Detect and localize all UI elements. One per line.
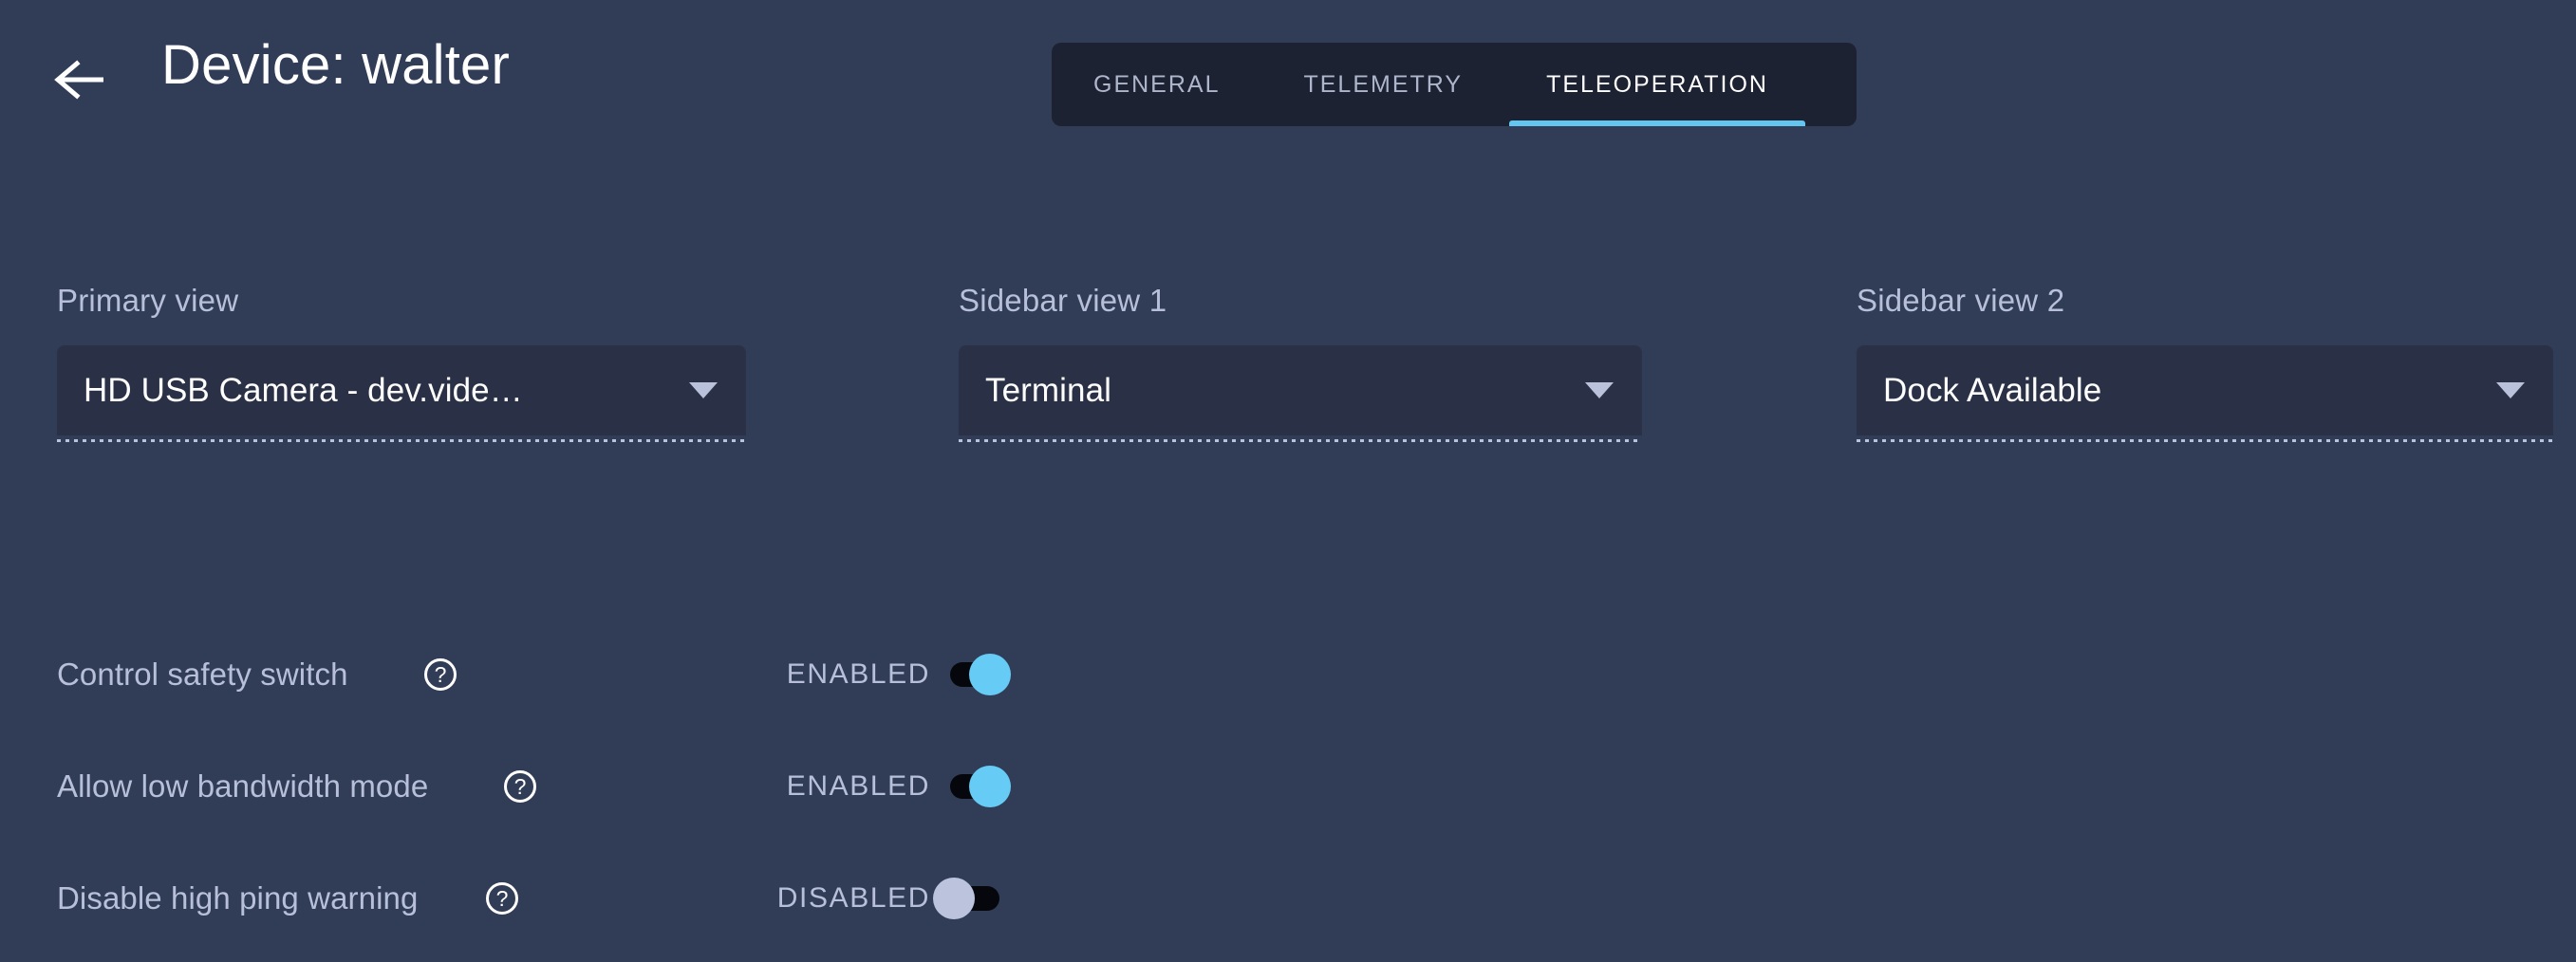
option-state-label: ENABLED: [786, 770, 930, 802]
help-glyph: ?: [434, 661, 447, 687]
help-glyph: ?: [495, 885, 509, 911]
option-label: Allow low bandwidth mode: [57, 768, 429, 804]
tab-telemetry-label: TELEMETRY: [1303, 70, 1464, 98]
toggle-knob: [969, 654, 1011, 695]
primary-view-select[interactable]: HD USB Camera - dev.vide…: [57, 345, 746, 442]
sidebar-view-1-select[interactable]: Terminal: [959, 345, 1642, 442]
help-glyph: ?: [513, 773, 527, 799]
arrow-left-icon[interactable]: [52, 55, 111, 104]
view-selectors: Primary view HD USB Camera - dev.vide… S…: [0, 285, 2576, 531]
tab-teleoperation-label: TELEOPERATION: [1546, 70, 1768, 98]
tab-general-label: GENERAL: [1093, 70, 1221, 98]
option-label: Control safety switch: [57, 657, 348, 692]
option-state-label: DISABLED: [776, 882, 930, 914]
toggle-allow-low-bandwidth-mode[interactable]: [944, 766, 1011, 807]
select-underline: [57, 439, 746, 442]
primary-view-field: Primary view HD USB Camera - dev.vide…: [57, 283, 746, 442]
toggle-knob: [969, 766, 1011, 807]
toggle-knob: [933, 878, 975, 919]
option-label: Disable high ping warning: [57, 880, 419, 916]
toggle-disable-high-ping-warning[interactable]: [933, 878, 999, 919]
option-row-allow-low-bandwidth-mode: Allow low bandwidth mode ? ENABLED: [0, 757, 2576, 816]
sidebar-view-2-select[interactable]: Dock Available: [1857, 345, 2553, 442]
primary-view-value: HD USB Camera - dev.vide…: [84, 371, 523, 409]
help-circle-icon[interactable]: ?: [486, 882, 518, 915]
page-title: Device: walter: [161, 34, 511, 96]
sidebar-view-1-field: Sidebar view 1 Terminal: [959, 283, 1642, 442]
option-state-label: ENABLED: [786, 658, 930, 690]
select-underline: [1857, 439, 2553, 442]
select-underline: [959, 439, 1642, 442]
toggle-control-safety-switch[interactable]: [944, 654, 1011, 695]
sidebar-view-2-field: Sidebar view 2 Dock Available: [1857, 283, 2553, 442]
option-row-disable-high-ping-warning: Disable high ping warning ? DISABLED: [0, 869, 2576, 928]
sidebar-view-1-value: Terminal: [985, 371, 1112, 409]
sidebar-view-2-value: Dock Available: [1883, 371, 2102, 409]
settings-tabbar: GENERAL TELEMETRY TELEOPERATION: [1052, 43, 1857, 126]
chevron-down-icon: [1585, 382, 1614, 398]
help-circle-icon[interactable]: ?: [424, 658, 457, 691]
tab-general[interactable]: GENERAL: [1052, 43, 1261, 126]
sidebar-view-2-label: Sidebar view 2: [1857, 283, 2065, 318]
help-circle-icon[interactable]: ?: [504, 770, 536, 803]
tab-telemetry[interactable]: TELEMETRY: [1261, 43, 1504, 126]
primary-view-label: Primary view: [57, 283, 239, 318]
sidebar-view-1-label: Sidebar view 1: [959, 283, 1167, 318]
option-row-control-safety-switch: Control safety switch ? ENABLED: [0, 645, 2576, 704]
chevron-down-icon: [2496, 382, 2525, 398]
teleoperation-settings-page: Device: walter GENERAL TELEMETRY TELEOPE…: [0, 0, 2576, 962]
tab-teleoperation[interactable]: TELEOPERATION: [1504, 43, 1810, 126]
chevron-down-icon: [689, 382, 718, 398]
